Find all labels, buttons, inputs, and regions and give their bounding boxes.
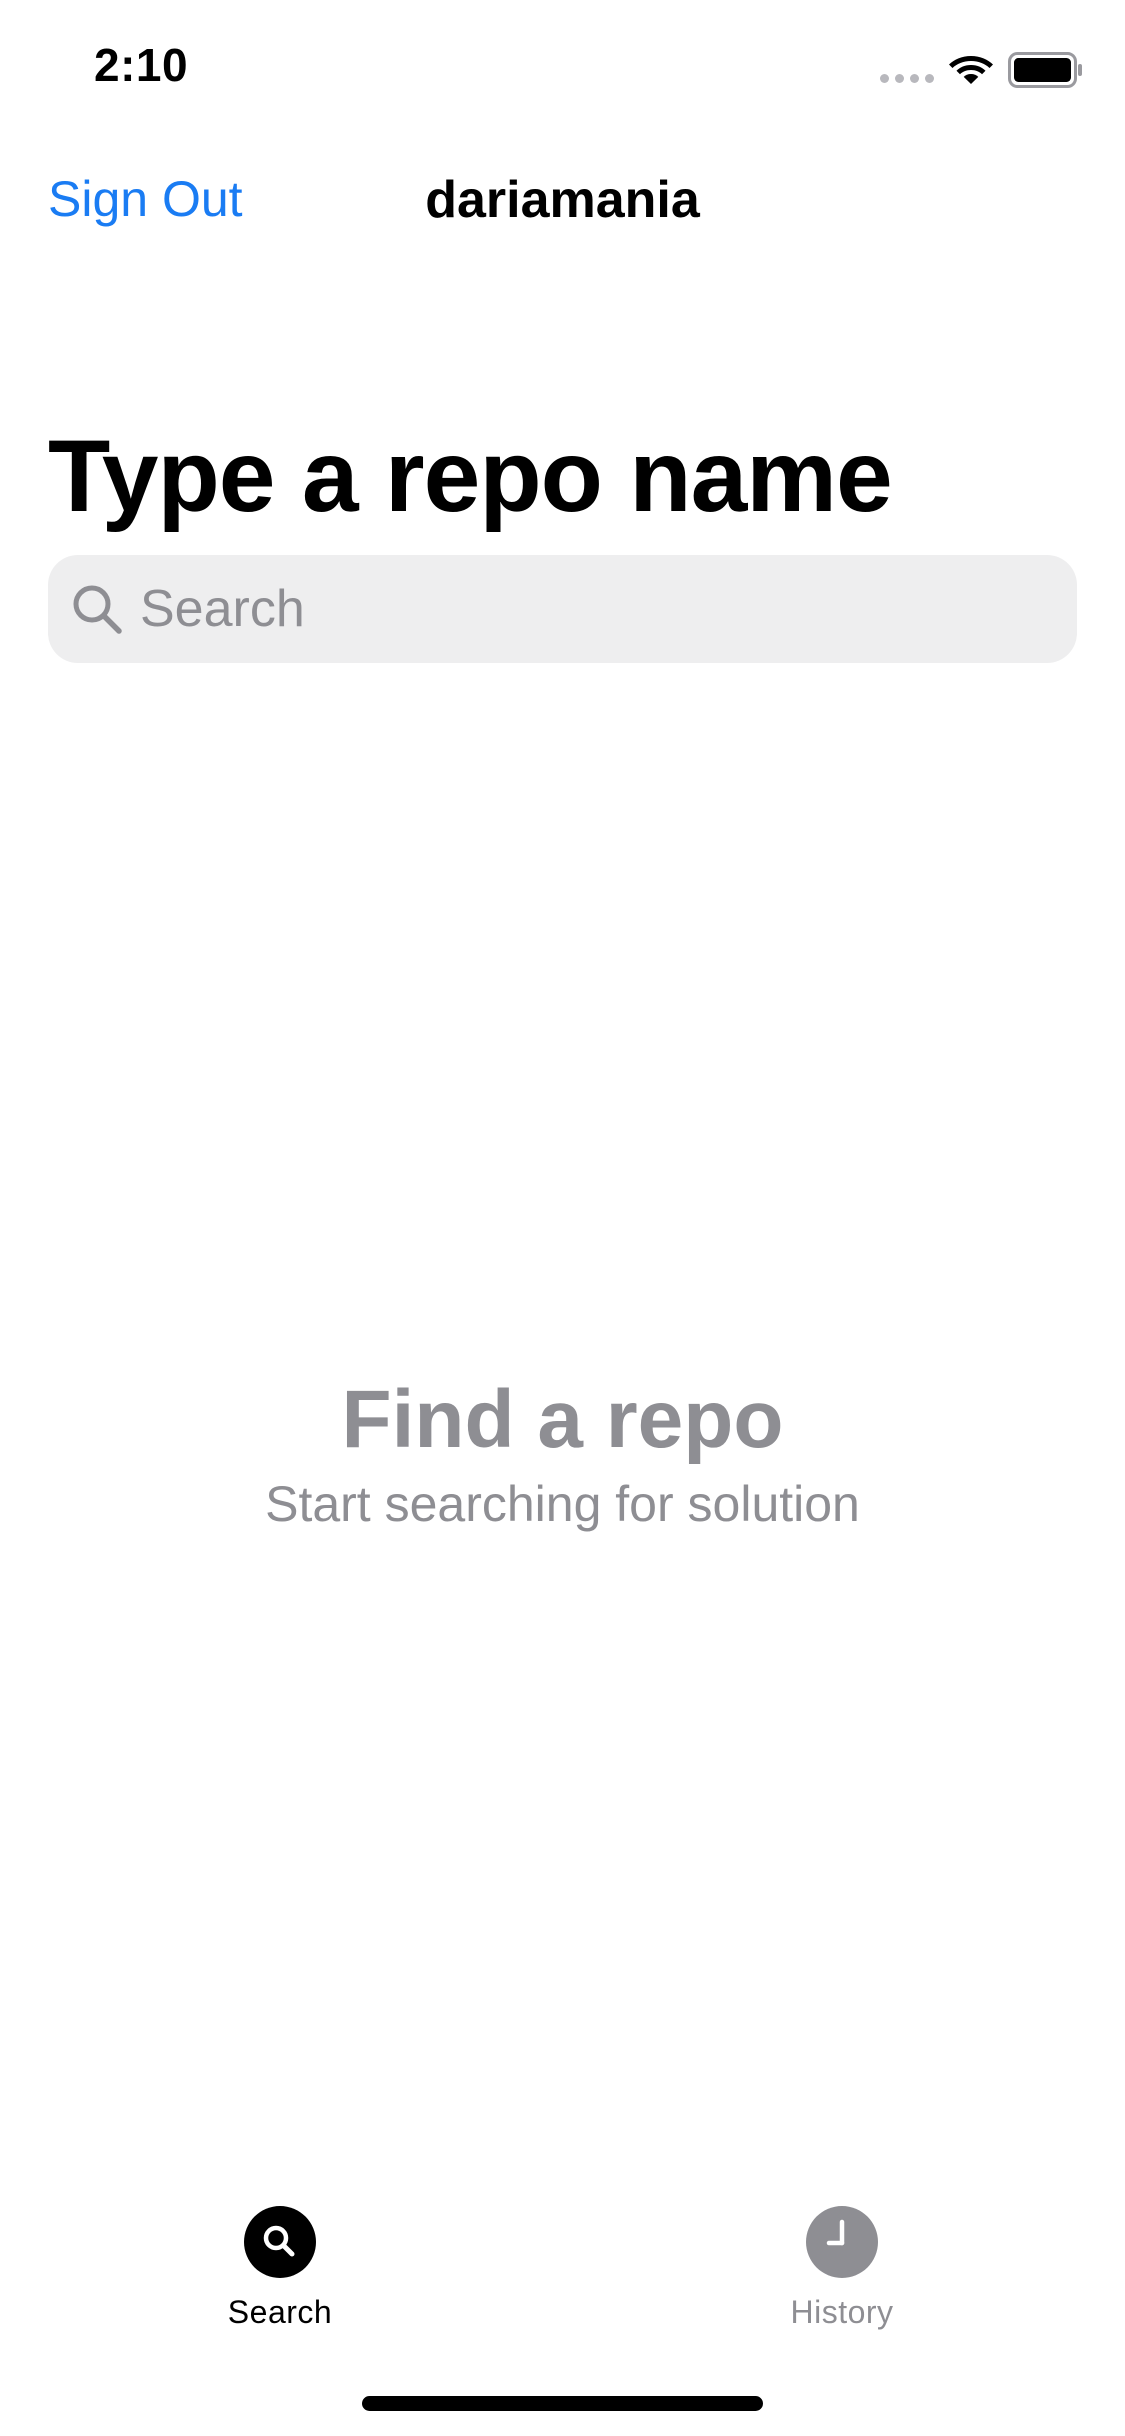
status-time: 2:10	[94, 39, 189, 91]
wifi-icon	[949, 56, 993, 84]
tab-search[interactable]: Search	[150, 2206, 410, 2331]
search-icon	[244, 2206, 316, 2278]
page-title: Type a repo name	[48, 419, 893, 533]
signal-dots-icon	[880, 74, 934, 83]
search-bar[interactable]	[48, 555, 1077, 663]
clock-icon	[806, 2206, 878, 2278]
empty-state: Find a repo Start searching for solution	[0, 1370, 1125, 1534]
empty-state-subtitle: Start searching for solution	[265, 1476, 860, 1532]
tab-label-history: History	[790, 2294, 894, 2330]
search-input[interactable]	[140, 579, 1020, 639]
tab-label-search: Search	[227, 2294, 333, 2330]
tab-history[interactable]: History	[712, 2206, 972, 2331]
nav-title: dariamania	[425, 171, 700, 229]
battery-icon	[1008, 52, 1082, 88]
status-bar: 2:10	[0, 0, 1125, 135]
navigation-bar: Sign Out dariamania	[0, 150, 1125, 250]
home-indicator[interactable]	[362, 2396, 763, 2411]
search-icon	[73, 585, 122, 634]
empty-state-title: Find a repo	[341, 1374, 784, 1465]
